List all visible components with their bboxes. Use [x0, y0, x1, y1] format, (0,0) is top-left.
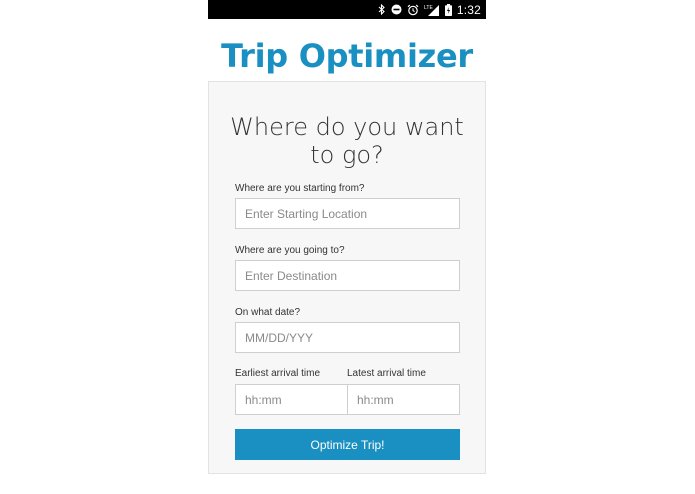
status-time: 1:32	[456, 2, 481, 17]
network-label: LTE	[424, 5, 433, 11]
earliest-arrival-input[interactable]	[235, 384, 348, 415]
form-heading: Where do you want to go?	[230, 113, 464, 169]
latest-arrival-input[interactable]	[347, 384, 460, 415]
battery-charging-icon	[444, 3, 452, 16]
date-label: On what date?	[235, 307, 301, 318]
start-location-input[interactable]	[235, 198, 460, 229]
destination-input[interactable]	[235, 260, 460, 291]
latest-arrival-label: Latest arrival time	[347, 368, 426, 379]
do-not-disturb-icon	[391, 4, 402, 15]
phone-screen: LTE 1:32 Trip Optimizer Where do you wan…	[208, 0, 486, 494]
status-bar: LTE 1:32	[208, 0, 486, 19]
alarm-icon	[407, 4, 419, 16]
start-location-label: Where are you starting from?	[235, 183, 365, 194]
earliest-arrival-label: Earliest arrival time	[235, 368, 321, 379]
optimize-trip-button[interactable]: Optimize Trip!	[235, 429, 460, 460]
lte-signal-icon: LTE	[424, 4, 440, 16]
date-input[interactable]	[235, 322, 460, 353]
destination-label: Where are you going to?	[235, 245, 345, 256]
bluetooth-icon	[378, 4, 386, 15]
trip-form-card: Where do you want to go? Where are you s…	[208, 81, 486, 474]
app-title: Trip Optimizer	[221, 37, 473, 75]
